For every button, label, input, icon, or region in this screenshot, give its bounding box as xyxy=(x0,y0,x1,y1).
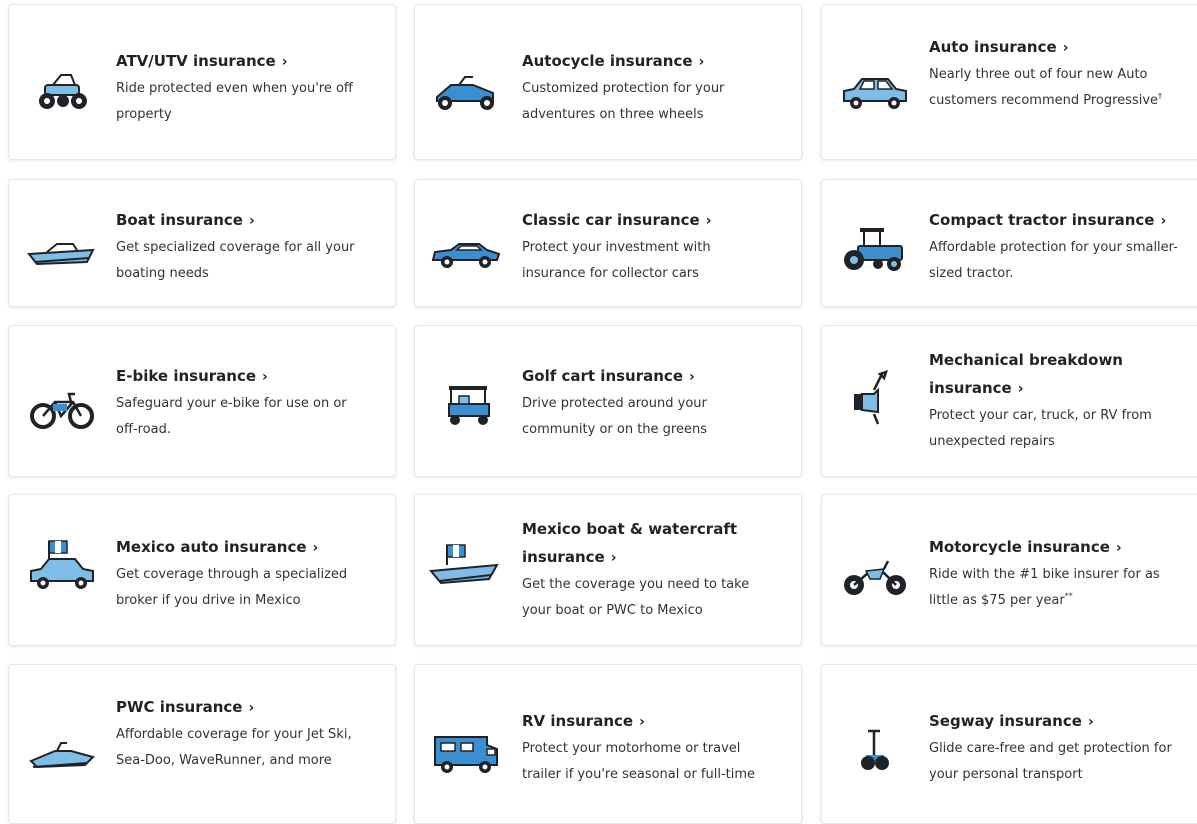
card-description: Protect your investment with insurance f… xyxy=(522,240,711,281)
boat-icon xyxy=(27,224,97,280)
classic-car-icon xyxy=(431,224,501,280)
chevron-right-icon: › xyxy=(262,369,268,385)
card-description: Get specialized coverage for all your bo… xyxy=(116,240,355,281)
card-description: Ride with the #1 bike insurer for as lit… xyxy=(929,567,1160,608)
card-title[interactable]: RV insurance › xyxy=(522,707,772,736)
card-title[interactable]: Segway insurance › xyxy=(929,707,1179,736)
card-title[interactable]: Mexico auto insurance › xyxy=(116,533,366,562)
card-compact-tractor[interactable]: Compact tractor insurance › Affordable pr… xyxy=(821,179,1197,307)
card-title[interactable]: Mechanical breakdown insurance › xyxy=(929,346,1149,403)
card-segway[interactable]: Segway insurance › Glide care-free and ge… xyxy=(821,664,1197,824)
card-autocycle[interactable]: Autocycle insurance › Customized protecti… xyxy=(414,4,802,160)
card-mexico-boat[interactable]: Mexico boat & watercraft insurance › Get … xyxy=(414,494,802,646)
card-title[interactable]: E-bike insurance › xyxy=(116,362,366,391)
chevron-right-icon: › xyxy=(312,540,319,556)
card-description: Glide care-free and get protection for y… xyxy=(929,741,1172,782)
tractor-icon xyxy=(838,218,908,274)
chevron-right-icon: › xyxy=(1062,40,1069,56)
card-mexico-auto[interactable]: Mexico auto insurance › Get coverage thro… xyxy=(8,494,396,646)
card-rv[interactable]: RV insurance › Protect your motorhome or … xyxy=(414,664,802,824)
chevron-right-icon: › xyxy=(610,550,617,566)
car-icon xyxy=(840,63,910,119)
chevron-right-icon: › xyxy=(1017,381,1024,397)
card-description: Drive protected around your community or… xyxy=(522,396,707,437)
chevron-right-icon: › xyxy=(1115,540,1122,556)
card-description: Ride protected even when you're off prop… xyxy=(116,81,353,122)
golf-cart-icon xyxy=(433,378,503,434)
card-mechanical-breakdown[interactable]: Mechanical breakdown insurance › Protect … xyxy=(821,325,1197,477)
wrench-hand-icon xyxy=(834,368,904,425)
motorcycle-icon xyxy=(840,551,910,607)
segway-icon xyxy=(838,721,908,777)
card-description: Affordable coverage for your Jet Ski, Se… xyxy=(116,727,352,768)
card-title[interactable]: Mexico boat & watercraft insurance › xyxy=(522,515,762,572)
card-title[interactable]: Auto insurance › xyxy=(929,33,1179,62)
card-pwc[interactable]: PWC insurance › Affordable coverage for y… xyxy=(8,664,396,824)
card-title[interactable]: Autocycle insurance › xyxy=(522,47,772,76)
card-classic-car[interactable]: Classic car insurance › Protect your inve… xyxy=(414,179,802,307)
rv-icon xyxy=(431,723,501,779)
card-description: Customized protection for your adventure… xyxy=(522,81,725,122)
card-title[interactable]: PWC insurance › xyxy=(116,693,366,722)
card-description: Get the coverage you need to take your b… xyxy=(522,577,750,618)
mexico-boat-icon xyxy=(429,537,499,593)
insurance-products-grid: ATV/UTV insurance › Ride protected even w… xyxy=(0,0,1197,824)
card-description: Protect your car, truck, or RV from unex… xyxy=(929,408,1152,449)
card-title[interactable]: Golf cart insurance › xyxy=(522,362,772,391)
card-description: Safeguard your e-bike for use on or off-… xyxy=(116,396,347,437)
chevron-right-icon: › xyxy=(698,54,705,70)
card-description: Affordable protection for your smaller-s… xyxy=(929,240,1178,281)
chevron-right-icon: › xyxy=(705,213,712,229)
card-title[interactable]: Boat insurance › xyxy=(116,206,366,235)
chevron-right-icon: › xyxy=(1087,714,1094,730)
card-description: Nearly three out of four new Auto custom… xyxy=(929,67,1163,108)
card-golf-cart[interactable]: Golf cart insurance › Drive protected aro… xyxy=(414,325,802,477)
card-description: Get coverage through a specialized broke… xyxy=(116,567,348,608)
jetski-icon xyxy=(27,727,97,783)
chevron-right-icon: › xyxy=(248,700,255,716)
card-boat[interactable]: Boat insurance › Get specialized coverage… xyxy=(8,179,396,307)
card-title[interactable]: Classic car insurance › xyxy=(522,206,772,235)
chevron-right-icon: › xyxy=(639,714,645,730)
card-ebike[interactable]: E-bike insurance › Safeguard your e-bike … xyxy=(8,325,396,477)
card-motorcycle[interactable]: Motorcycle insurance › Ride with the #1 b… xyxy=(821,494,1197,646)
chevron-right-icon: › xyxy=(689,369,695,385)
atv-icon xyxy=(31,63,101,119)
ebike-icon xyxy=(27,380,97,436)
chevron-right-icon: › xyxy=(281,54,288,70)
card-title[interactable]: Compact tractor insurance › xyxy=(929,206,1197,235)
card-auto[interactable]: Auto insurance › Nearly three out of four… xyxy=(821,4,1197,160)
autocycle-icon xyxy=(431,63,501,119)
card-title[interactable]: ATV/UTV insurance › xyxy=(116,47,366,76)
card-atv-utv[interactable]: ATV/UTV insurance › Ride protected even w… xyxy=(8,4,396,160)
chevron-right-icon: › xyxy=(248,213,255,229)
card-title[interactable]: Motorcycle insurance › xyxy=(929,533,1179,562)
card-description: Protect your motorhome or travel trailer… xyxy=(522,741,756,782)
chevron-right-icon: › xyxy=(1160,213,1167,229)
mexico-car-icon xyxy=(27,537,97,593)
